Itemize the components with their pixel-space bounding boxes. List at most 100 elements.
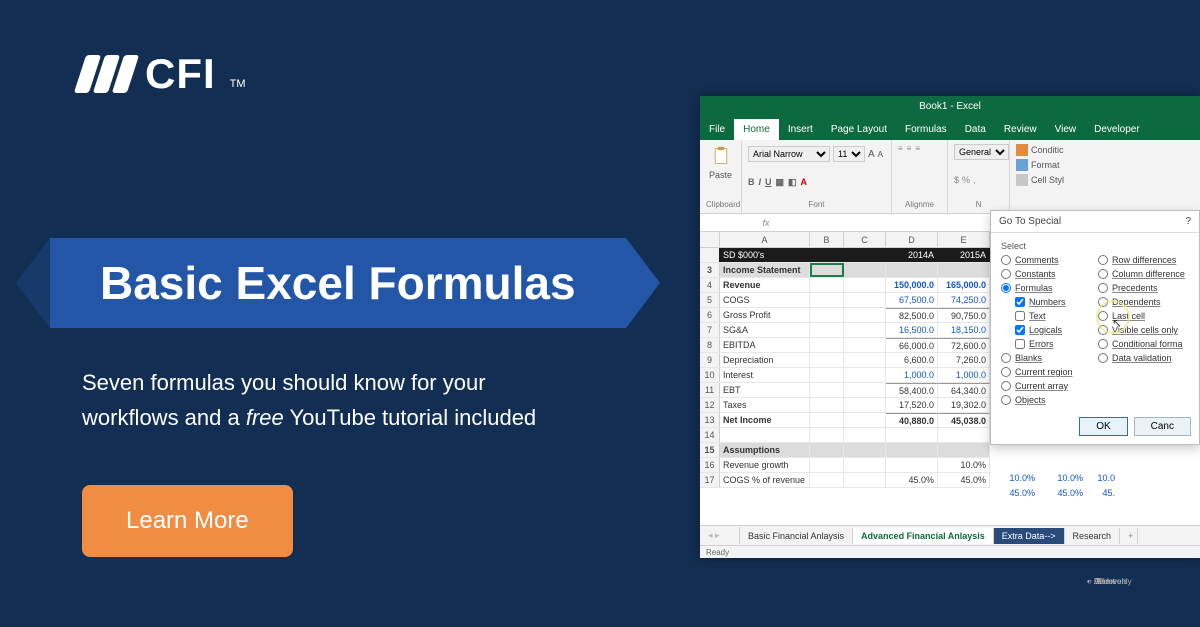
- currency-icon[interactable]: $: [954, 175, 959, 185]
- font-size-select[interactable]: 11: [833, 146, 865, 162]
- cell[interactable]: [886, 263, 938, 277]
- opt-comments[interactable]: Comments: [1001, 255, 1092, 265]
- fx-icon[interactable]: fx: [754, 218, 778, 228]
- cell[interactable]: [810, 323, 844, 337]
- increase-font-icon[interactable]: A: [868, 149, 875, 160]
- cell[interactable]: [844, 323, 886, 337]
- tab-insert[interactable]: Insert: [779, 119, 822, 140]
- tab-home[interactable]: Home: [734, 119, 779, 140]
- opt-blanks[interactable]: Blanks: [1001, 353, 1092, 363]
- opt-errors[interactable]: Errors: [1015, 339, 1092, 349]
- cell[interactable]: 45.0%: [938, 473, 990, 487]
- cell[interactable]: [938, 263, 990, 277]
- cell[interactable]: [886, 458, 938, 472]
- row-header[interactable]: 9: [700, 353, 720, 367]
- opt-objects[interactable]: Objects: [1001, 395, 1092, 405]
- cell[interactable]: [720, 428, 810, 442]
- cell[interactable]: [810, 458, 844, 472]
- border-button[interactable]: ▦: [776, 177, 785, 188]
- table-row[interactable]: 15Assumptions: [700, 443, 990, 458]
- cell[interactable]: Interest: [720, 368, 810, 382]
- cell[interactable]: [886, 443, 938, 457]
- cell[interactable]: [844, 368, 886, 382]
- cell[interactable]: 64,340.0: [938, 383, 990, 397]
- cell[interactable]: [844, 293, 886, 307]
- cell[interactable]: [810, 338, 844, 352]
- cell[interactable]: Taxes: [720, 398, 810, 412]
- cell[interactable]: SD $000's: [720, 248, 810, 262]
- cell[interactable]: [810, 413, 844, 427]
- cell[interactable]: 58,400.0: [886, 383, 938, 397]
- cell[interactable]: [844, 413, 886, 427]
- row-header[interactable]: 10: [700, 368, 720, 382]
- row-header[interactable]: 13: [700, 413, 720, 427]
- table-row[interactable]: 9Depreciation6,600.07,260.0: [700, 353, 990, 368]
- tab-page-layout[interactable]: Page Layout: [822, 119, 896, 140]
- spreadsheet-grid[interactable]: SD $000's2014A2015A3Income Statement4Rev…: [700, 248, 990, 488]
- cell[interactable]: [844, 458, 886, 472]
- cell[interactable]: [844, 308, 886, 322]
- format-table-button[interactable]: Format: [1016, 159, 1064, 171]
- cell[interactable]: [844, 353, 886, 367]
- cell[interactable]: [810, 278, 844, 292]
- cell[interactable]: 10.0%: [938, 458, 990, 472]
- cell-styles-button[interactable]: Cell Styl: [1016, 174, 1064, 186]
- cell[interactable]: 74,250.0: [938, 293, 990, 307]
- row-header[interactable]: 7: [700, 323, 720, 337]
- help-icon[interactable]: ?: [1185, 216, 1191, 227]
- cell[interactable]: 82,500.0: [886, 308, 938, 322]
- row-header[interactable]: 14: [700, 428, 720, 442]
- cell[interactable]: [810, 308, 844, 322]
- opt-row-diff[interactable]: Row differences: [1098, 255, 1189, 265]
- cell[interactable]: 7,260.0: [938, 353, 990, 367]
- align-bot-icon[interactable]: ≡: [915, 144, 920, 153]
- italic-button[interactable]: I: [759, 177, 762, 188]
- cell[interactable]: Net Income: [720, 413, 810, 427]
- cell[interactable]: [810, 443, 844, 457]
- cell[interactable]: [810, 398, 844, 412]
- col-a[interactable]: A: [720, 232, 810, 247]
- conditional-formatting-button[interactable]: Conditic: [1016, 144, 1064, 156]
- cell[interactable]: [810, 248, 844, 262]
- table-row[interactable]: 12Taxes17,520.019,302.0: [700, 398, 990, 413]
- select-all-corner[interactable]: [700, 232, 720, 247]
- cell[interactable]: [844, 278, 886, 292]
- sheet-tab-basic[interactable]: Basic Financial Anlaysis: [740, 528, 853, 544]
- cell[interactable]: 165,000.0: [938, 278, 990, 292]
- table-row[interactable]: 16Revenue growth10.0%: [700, 458, 990, 473]
- decrease-font-icon[interactable]: A: [878, 150, 883, 159]
- cell[interactable]: Revenue: [720, 278, 810, 292]
- cell[interactable]: [938, 443, 990, 457]
- cell[interactable]: COGS % of revenue: [720, 473, 810, 487]
- row-header[interactable]: 8: [700, 338, 720, 352]
- fill-color-button[interactable]: ◧: [788, 177, 797, 188]
- new-sheet-button[interactable]: +: [1120, 528, 1138, 544]
- row-header[interactable]: 15: [700, 443, 720, 457]
- cell[interactable]: [844, 443, 886, 457]
- cell[interactable]: [844, 473, 886, 487]
- paste-button[interactable]: Paste: [706, 144, 735, 180]
- table-row[interactable]: 13Net Income40,880.045,038.0: [700, 413, 990, 428]
- cell[interactable]: [810, 263, 844, 277]
- cell[interactable]: EBITDA: [720, 338, 810, 352]
- table-row[interactable]: 6Gross Profit82,500.090,750.0: [700, 308, 990, 323]
- cell[interactable]: [886, 428, 938, 442]
- table-row[interactable]: 3Income Statement: [700, 263, 990, 278]
- row-header[interactable]: 12: [700, 398, 720, 412]
- tab-view[interactable]: View: [1046, 119, 1086, 140]
- cell[interactable]: [810, 353, 844, 367]
- table-row[interactable]: 7SG&A16,500.018,150.0: [700, 323, 990, 338]
- opt-numbers[interactable]: Numbers: [1015, 297, 1092, 307]
- col-e[interactable]: E: [938, 232, 990, 247]
- opt-constants[interactable]: Constants: [1001, 269, 1092, 279]
- opt-precedents[interactable]: Precedents: [1098, 283, 1189, 293]
- cell[interactable]: 45.0%: [886, 473, 938, 487]
- cell-f17[interactable]: 45.0%: [990, 488, 1038, 498]
- opt-logicals[interactable]: Logicals: [1015, 325, 1092, 335]
- cell[interactable]: [810, 368, 844, 382]
- table-row[interactable]: 17COGS % of revenue45.0%45.0%: [700, 473, 990, 488]
- row-header[interactable]: 5: [700, 293, 720, 307]
- opt-current-region[interactable]: Current region: [1001, 367, 1092, 377]
- table-row[interactable]: 14: [700, 428, 990, 443]
- row-header[interactable]: 4: [700, 278, 720, 292]
